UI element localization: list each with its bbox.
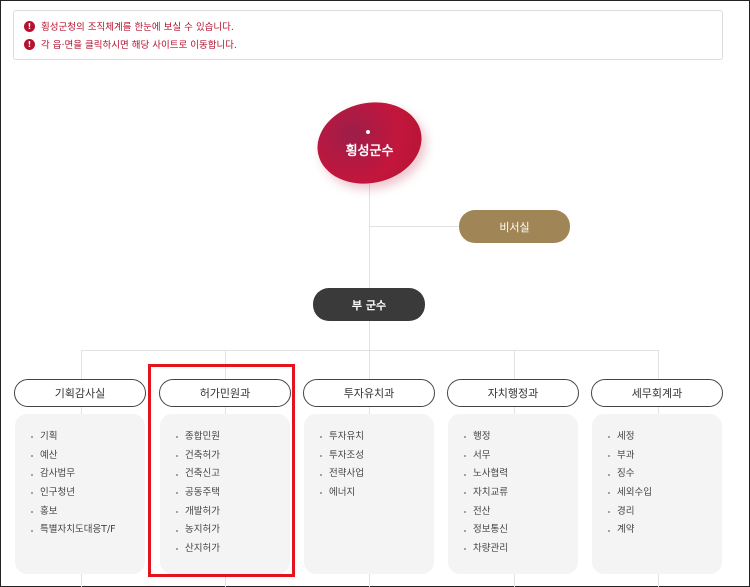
- list-item[interactable]: 서무: [464, 447, 578, 466]
- list-item[interactable]: 자치교류: [464, 484, 578, 503]
- list-item[interactable]: 투자조성: [320, 447, 434, 466]
- county-head-label: 횡성군수: [345, 144, 394, 159]
- bullet-icon: [31, 473, 33, 476]
- list-item[interactable]: 부과: [608, 447, 722, 466]
- bullet-icon: [608, 492, 610, 495]
- bullet-icon: [464, 473, 466, 476]
- list-item[interactable]: 전략사업: [320, 465, 434, 484]
- list-item[interactable]: 노사협력: [464, 465, 578, 484]
- alert-icon: !: [24, 20, 35, 32]
- list-item[interactable]: 전산: [464, 503, 578, 522]
- bullet-icon: [31, 511, 33, 514]
- alert-icon: !: [24, 38, 35, 50]
- notice-text: 횡성군청의 조직체계를 한눈에 보실 수 있습니다.: [41, 22, 234, 33]
- dept-panel-planning-audit: 기획 예산 감사법무 인구청년 홍보 특별자치도대응T/F: [15, 414, 145, 574]
- dept-button-investment[interactable]: 투자유치과: [303, 379, 435, 407]
- list-item[interactable]: 감사법무: [31, 465, 145, 484]
- list-item[interactable]: 행정: [464, 428, 578, 447]
- bullet-icon: [464, 455, 466, 458]
- connector-dept-5: [658, 350, 659, 380]
- dept-panel-autonomy-admin: 행정 서무 노사협력 자치교류 전산 정보통신 차량관리: [448, 414, 578, 574]
- dept-panel-investment: 투자유치 투자조성 전략사업 에너지: [304, 414, 434, 574]
- list-item[interactable]: 예산: [31, 447, 145, 466]
- notice-box: ! 횡성군청의 조직체계를 한눈에 보실 수 있습니다. ! 각 읍·면을 클릭…: [13, 10, 723, 60]
- connector-dept-1: [81, 350, 82, 380]
- dept-button-autonomy-admin[interactable]: 자치행정과: [447, 379, 579, 407]
- bullet-icon: [31, 455, 33, 458]
- list-item[interactable]: 홍보: [31, 503, 145, 522]
- bullet-icon: [608, 455, 610, 458]
- dept-button-tax-accounting[interactable]: 세무회계과: [591, 379, 723, 407]
- bullet-icon: [31, 529, 33, 532]
- bullet-icon: [31, 492, 33, 495]
- connector-horizontal-departments: [81, 350, 659, 351]
- list-item[interactable]: 징수: [608, 465, 722, 484]
- list-item[interactable]: 경리: [608, 503, 722, 522]
- head-dot: [366, 130, 370, 134]
- dept-panel-tax-accounting: 세정 부과 징수 세외수입 경리 계약: [592, 414, 722, 574]
- list-item[interactable]: 기획: [31, 428, 145, 447]
- list-item[interactable]: 에너지: [320, 484, 434, 503]
- bullet-icon: [320, 473, 322, 476]
- bullet-icon: [320, 436, 322, 439]
- bullet-icon: [608, 511, 610, 514]
- notice-line: ! 각 읍·면을 클릭하시면 해당 사이트로 이동합니다.: [24, 35, 712, 53]
- notice-line: ! 횡성군청의 조직체계를 한눈에 보실 수 있습니다.: [24, 17, 712, 35]
- bullet-icon: [320, 455, 322, 458]
- bullet-icon: [608, 436, 610, 439]
- bullet-icon: [31, 436, 33, 439]
- list-item[interactable]: 인구청년: [31, 484, 145, 503]
- bullet-icon: [464, 492, 466, 495]
- list-item[interactable]: 특별자치도대응T/F: [31, 521, 145, 540]
- bullet-icon: [464, 548, 466, 551]
- bullet-icon: [464, 436, 466, 439]
- list-item[interactable]: 계약: [608, 521, 722, 540]
- secretary-button[interactable]: 비서실: [459, 210, 570, 243]
- bullet-icon: [464, 529, 466, 532]
- list-item[interactable]: 투자유치: [320, 428, 434, 447]
- list-item[interactable]: 차량관리: [464, 540, 578, 559]
- bullet-icon: [608, 473, 610, 476]
- list-item[interactable]: 정보통신: [464, 521, 578, 540]
- dept-button-planning-audit[interactable]: 기획감사실: [14, 379, 146, 407]
- selection-highlight-box: [148, 364, 295, 577]
- connector-secretary: [369, 226, 461, 227]
- notice-text: 각 읍·면을 클릭하시면 해당 사이트로 이동합니다.: [41, 40, 237, 51]
- list-item[interactable]: 세외수입: [608, 484, 722, 503]
- bullet-icon: [608, 529, 610, 532]
- bullet-icon: [320, 492, 322, 495]
- connector-dept-4: [514, 350, 515, 380]
- bullet-icon: [464, 511, 466, 514]
- list-item[interactable]: 세정: [608, 428, 722, 447]
- deputy-button[interactable]: 부 군수: [313, 288, 425, 321]
